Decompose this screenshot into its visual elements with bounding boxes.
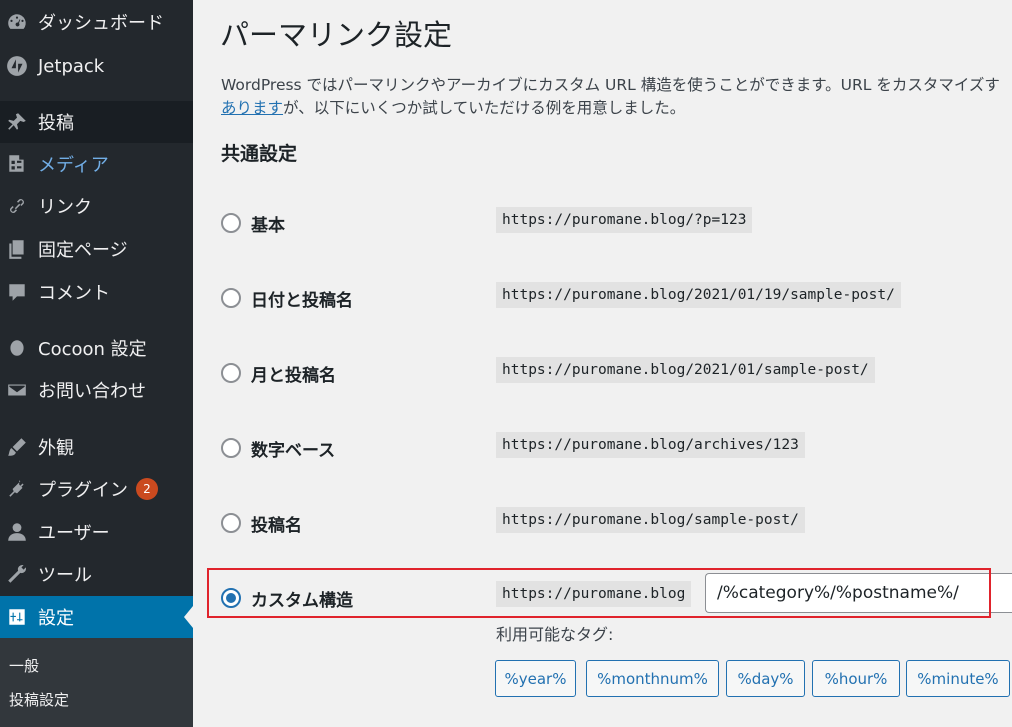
sidebar-item-appearance[interactable]: 外観 bbox=[0, 426, 193, 468]
sidebar-item-links[interactable]: リンク bbox=[0, 185, 193, 227]
intro-text-line2: ありますが、以下にいくつか試していただける例を用意しました。 bbox=[221, 96, 685, 118]
admin-sidebar: ダッシュボード Jetpack 投稿 メディア リンク 固定ページ コメント C… bbox=[0, 0, 193, 727]
sidebar-item-label: 外観 bbox=[38, 438, 74, 459]
tag-button-monthnum[interactable]: %monthnum% bbox=[586, 660, 719, 697]
settings-submenu: 一般 投稿設定 bbox=[0, 638, 193, 727]
option-row-plain: 基本 https://puromane.blog/?p=123 bbox=[221, 207, 1001, 240]
radio-post-name[interactable] bbox=[221, 513, 241, 533]
cocoon-icon bbox=[4, 335, 30, 361]
sidebar-item-label: メディア bbox=[38, 155, 109, 176]
example-url: https://puromane.blog/sample-post/ bbox=[496, 507, 805, 533]
sidebar-item-label: コメント bbox=[38, 283, 110, 304]
option-row-month-name: 月と投稿名 https://puromane.blog/2021/01/samp… bbox=[221, 357, 1001, 390]
highlight-box bbox=[207, 568, 991, 618]
sidebar-item-jetpack[interactable]: Jetpack bbox=[0, 45, 193, 87]
sidebar-item-label: ツール bbox=[38, 565, 92, 586]
sidebar-item-label: Jetpack bbox=[38, 55, 105, 77]
dashboard-icon bbox=[4, 9, 30, 35]
pin-icon bbox=[4, 109, 30, 135]
sidebar-item-cocoon[interactable]: Cocoon 設定 bbox=[0, 327, 193, 369]
settings-icon bbox=[4, 604, 30, 630]
jetpack-icon bbox=[4, 53, 30, 79]
option-row-post-name: 投稿名 https://puromane.blog/sample-post/ bbox=[221, 507, 1001, 540]
wrench-icon bbox=[4, 561, 30, 587]
sidebar-item-label: 固定ページ bbox=[38, 240, 128, 261]
sidebar-item-dashboard[interactable]: ダッシュボード bbox=[0, 1, 193, 43]
sidebar-item-comments[interactable]: コメント bbox=[0, 271, 193, 313]
example-url: https://puromane.blog/?p=123 bbox=[496, 207, 753, 233]
link-icon bbox=[4, 193, 30, 219]
option-label: 基本 bbox=[251, 216, 285, 236]
sidebar-item-label: リンク bbox=[38, 197, 92, 218]
intro-text-line1: WordPress ではパーマリンクやアーカイブにカスタム URL 構造を使うこ… bbox=[221, 76, 1000, 94]
sidebar-item-users[interactable]: ユーザー bbox=[0, 511, 193, 553]
user-icon bbox=[4, 519, 30, 545]
example-url: https://puromane.blog/2021/01/19/sample-… bbox=[496, 282, 901, 308]
intro-text-rest: が、以下にいくつか試していただける例を用意しました。 bbox=[283, 99, 686, 117]
pages-icon bbox=[4, 236, 30, 262]
brush-icon bbox=[4, 434, 30, 460]
option-label: 月と投稿名 bbox=[251, 366, 336, 386]
sidebar-item-settings[interactable]: 設定 bbox=[0, 596, 193, 638]
tag-button-year[interactable]: %year% bbox=[495, 660, 576, 697]
page-title: パーマリンク設定 bbox=[220, 18, 453, 52]
option-row-day-name: 日付と投稿名 https://puromane.blog/2021/01/19/… bbox=[221, 282, 1001, 315]
option-row-numeric: 数字ベース https://puromane.blog/archives/123 bbox=[221, 432, 1001, 465]
option-label: 数字ベース bbox=[251, 441, 336, 461]
mail-icon bbox=[4, 377, 30, 403]
sidebar-item-label: Cocoon 設定 bbox=[38, 339, 147, 360]
sidebar-item-label: ダッシュボード bbox=[38, 13, 164, 34]
sidebar-item-media[interactable]: メディア bbox=[0, 143, 193, 185]
radio-month-name[interactable] bbox=[221, 363, 241, 383]
example-url: https://puromane.blog/2021/01/sample-pos… bbox=[496, 357, 875, 383]
sidebar-item-label: ユーザー bbox=[38, 523, 110, 544]
option-label: 日付と投稿名 bbox=[251, 291, 353, 311]
active-indicator bbox=[184, 606, 193, 628]
tag-button-day[interactable]: %day% bbox=[726, 660, 805, 697]
sidebar-item-pages[interactable]: 固定ページ bbox=[0, 228, 193, 270]
sidebar-item-label: お問い合わせ bbox=[38, 381, 146, 402]
update-count-badge: 2 bbox=[136, 478, 158, 500]
option-label: 投稿名 bbox=[251, 516, 302, 536]
comment-icon bbox=[4, 279, 30, 305]
sidebar-item-label: 投稿 bbox=[38, 113, 74, 134]
tag-button-minute[interactable]: %minute% bbox=[906, 660, 1010, 697]
radio-day-name[interactable] bbox=[221, 288, 241, 308]
sidebar-item-label: 設定 bbox=[38, 608, 74, 629]
media-icon bbox=[4, 151, 30, 177]
sidebar-item-plugins[interactable]: プラグイン 2 bbox=[0, 468, 193, 510]
available-tags-label: 利用可能なタグ: bbox=[496, 625, 614, 644]
radio-plain[interactable] bbox=[221, 213, 241, 233]
main-content: パーマリンク設定 WordPress ではパーマリンクやアーカイブにカスタム U… bbox=[193, 0, 1012, 727]
submenu-item-writing[interactable]: 投稿設定 bbox=[9, 689, 69, 710]
sidebar-item-contact[interactable]: お問い合わせ bbox=[0, 369, 193, 411]
section-title: 共通設定 bbox=[221, 143, 298, 165]
radio-numeric[interactable] bbox=[221, 438, 241, 458]
example-url: https://puromane.blog/archives/123 bbox=[496, 432, 805, 458]
submenu-item-general[interactable]: 一般 bbox=[9, 655, 39, 676]
tag-button-hour[interactable]: %hour% bbox=[812, 660, 900, 697]
docs-link[interactable]: あります bbox=[221, 99, 283, 117]
plugin-icon bbox=[4, 476, 30, 502]
sidebar-item-posts[interactable]: 投稿 bbox=[0, 101, 193, 143]
sidebar-item-tools[interactable]: ツール bbox=[0, 553, 193, 595]
sidebar-item-label: プラグイン bbox=[38, 480, 128, 501]
